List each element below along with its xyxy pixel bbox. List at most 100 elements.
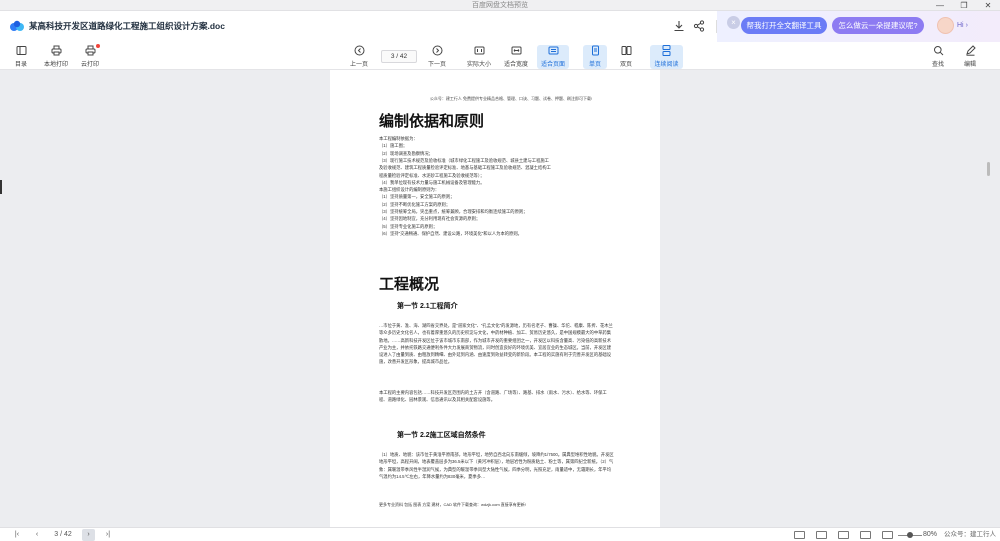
viewer-toolbar: 目录 本地打印 云打印 上一页 下一页 实际大小 适合宽度 适合页面 单页 双页…: [0, 42, 1000, 70]
fit-width-icon: [511, 46, 521, 55]
actual-size-label: 实际大小: [466, 62, 491, 68]
fit-page-button[interactable]: 适合页面: [537, 45, 569, 69]
download-icon[interactable]: [672, 19, 686, 33]
vertical-scrollbar-thumb[interactable]: [987, 162, 990, 176]
cloud-print-label: 云打印: [80, 62, 99, 68]
basis-line: （6）坚持"交通畅通、保护自然、建设公路，环境美化"和以人为本的原则。: [379, 230, 522, 236]
basis-line: 本工程编制依据为：: [379, 136, 418, 141]
section-title-overview: 工程概况: [379, 276, 440, 293]
edit-label: 编辑: [963, 62, 976, 68]
cloud-print-badge: [96, 44, 100, 48]
local-print-button[interactable]: 本地打印: [41, 45, 71, 69]
toolbar-page-separator: /: [396, 53, 399, 60]
status-page-indicator: 3 / 42: [48, 528, 78, 541]
close-button[interactable]: ✕: [976, 0, 1000, 11]
search-label: 查找: [931, 62, 944, 68]
fit-width-button[interactable]: 适合宽度: [501, 45, 531, 69]
chevron-right-icon: ›: [965, 22, 968, 29]
prev-page-status-button[interactable]: ‹: [31, 528, 43, 541]
fit-page-label: 适合页面: [540, 62, 565, 68]
section-title-basis: 编制依据和原则: [379, 113, 485, 130]
toolbar-page-total: 42: [399, 53, 408, 60]
subsection-title-nature: 第一节 2.2施工区域自然条件: [397, 432, 486, 439]
prev-page-label: 上一页: [349, 62, 368, 68]
subsection-title-intro: 第一节 2.1工程简介: [397, 303, 458, 310]
ai-bar-close-button[interactable]: ×: [727, 16, 740, 29]
search-button[interactable]: 查找: [928, 45, 948, 69]
next-page-button[interactable]: 下一页: [425, 45, 449, 69]
status-page-current: 3: [54, 531, 59, 538]
double-page-icon: [621, 46, 631, 55]
status-bar: |‹ ‹ 3 / 42 › ›| 80% 公众号：建工行人: [0, 527, 1000, 541]
pencil-icon: [965, 45, 976, 56]
zoom-slider-handle[interactable]: [907, 532, 913, 538]
prev-page-button[interactable]: 上一页: [347, 45, 371, 69]
chevron-right-circle-icon: [432, 45, 442, 56]
edit-button[interactable]: 编辑: [960, 45, 980, 69]
intro-paragraph: …市位于黄、淮、海、湖四省交界处，是"道家文化"、"孔孟文化"的发源地，历有名老…: [379, 323, 613, 365]
minimize-button[interactable]: —: [928, 0, 952, 11]
next-page-status-button[interactable]: ›: [82, 529, 95, 541]
sidebar-toggle-handle[interactable]: [0, 180, 2, 194]
first-page-button[interactable]: |‹: [11, 528, 23, 541]
toc-button[interactable]: 目录: [10, 45, 32, 69]
single-page-icon: [591, 45, 599, 56]
view-mode-icon[interactable]: [816, 531, 827, 539]
double-page-button[interactable]: 双页: [614, 45, 638, 69]
cloud-printer-icon: [85, 45, 95, 56]
cloud-print-button[interactable]: 云打印: [78, 45, 102, 69]
view-mode-icon[interactable]: [860, 531, 871, 539]
actual-size-icon: [474, 46, 484, 55]
ai-greeting-text: Hi: [957, 22, 964, 29]
fit-width-label: 适合宽度: [503, 62, 528, 68]
nature-paragraph: （1）地质、地貌：该市位于黄淮平原南部，地形平坦，地势自西北向东南缓倾，坡降约1…: [379, 452, 614, 479]
chevron-left-circle-icon: [354, 45, 364, 56]
fit-page-icon: [548, 46, 558, 55]
toolbar-page-current: 3: [390, 53, 395, 60]
ai-suggestion-translate-button[interactable]: 帮我打开全文翻译工具: [741, 17, 827, 34]
view-mode-icon[interactable]: [794, 531, 805, 539]
toc-icon: [16, 46, 26, 55]
continuous-reading-label: 连续阅读: [654, 62, 679, 68]
view-mode-icon[interactable]: [838, 531, 849, 539]
status-page-total: 42: [63, 531, 72, 538]
zoom-level: 80%: [922, 531, 937, 538]
basis-line: （5）坚持专业化施工的原则；: [379, 223, 438, 229]
basis-line: 及验收规范、建筑工程质量检验评定标准、地基与基础工程施工及验收规范、混凝土结构工: [379, 165, 551, 171]
basis-line: （4）坚持因地制宜，充分利用现有社会资源的原则；: [379, 216, 481, 222]
view-mode-icon[interactable]: [882, 531, 893, 539]
page-number-input[interactable]: 3 / 42: [381, 50, 417, 63]
single-page-label: 单页: [588, 62, 601, 68]
watermark-text: 公众号：建工行人: [944, 531, 996, 538]
scope-paragraph: 本工程的主要内容包括……科技开发区范围内的土方开（含道路、广场等）、路基、排水（…: [379, 390, 607, 403]
baidu-netdisk-logo-icon: [10, 20, 24, 31]
continuous-scroll-icon: [662, 45, 671, 56]
double-page-label: 双页: [619, 62, 632, 68]
document-page: 公众号：建工行人 免费提供专业精品合格、管理、口诀、习题、试卷、押题、刷注即可下…: [330, 70, 660, 527]
last-page-button[interactable]: ›|: [102, 528, 114, 541]
ai-suggestion-feedback-button[interactable]: 怎么做云一朵提建议呢?: [832, 17, 924, 34]
basis-line: 程质量检验评定标准、水泥砂工程施工及验收规范等）；: [379, 172, 485, 178]
next-page-label: 下一页: [427, 62, 446, 68]
ai-greeting[interactable]: Hi ›: [957, 17, 968, 34]
actual-size-button[interactable]: 实际大小: [464, 45, 494, 69]
local-print-label: 本地打印: [43, 62, 68, 68]
app-title: 百度网盘文档预览: [472, 2, 528, 9]
window-titlebar: 百度网盘文档预览 — ❐ ✕: [0, 0, 1000, 11]
toc-label: 目录: [14, 62, 27, 68]
single-page-button[interactable]: 单页: [583, 45, 607, 69]
page-footer-text: 更多专业资料 包括 图表 方案 建材，CAD 软件下载查询：wdzjk.com …: [379, 502, 526, 507]
page-header-text: 公众号：建工行人 免费提供专业精品合格、管理、口诀、习题、试卷、押题、刷注即可下…: [429, 96, 593, 101]
ai-assistant-avatar[interactable]: [937, 17, 954, 34]
basis-line: （1）坚持质量第一，安全施工的原则；: [379, 194, 455, 200]
basis-line: （2）坚持不断优化施工方案的原则；: [379, 201, 451, 207]
printer-icon: [51, 45, 61, 56]
continuous-reading-button[interactable]: 连续阅读: [650, 45, 683, 69]
basis-line: （2）现场调查及勘察情况；: [379, 150, 433, 156]
basis-line: （1）施工图；: [379, 143, 408, 149]
basis-line: （4）我单位现有技术力量与施工机械设备及管理能力。: [379, 179, 485, 185]
maximize-button[interactable]: ❐: [952, 0, 976, 11]
document-title: 某高科技开发区道路绿化工程施工组织设计方案.doc: [29, 21, 225, 31]
share-icon[interactable]: [692, 19, 706, 33]
search-icon: [933, 46, 943, 56]
